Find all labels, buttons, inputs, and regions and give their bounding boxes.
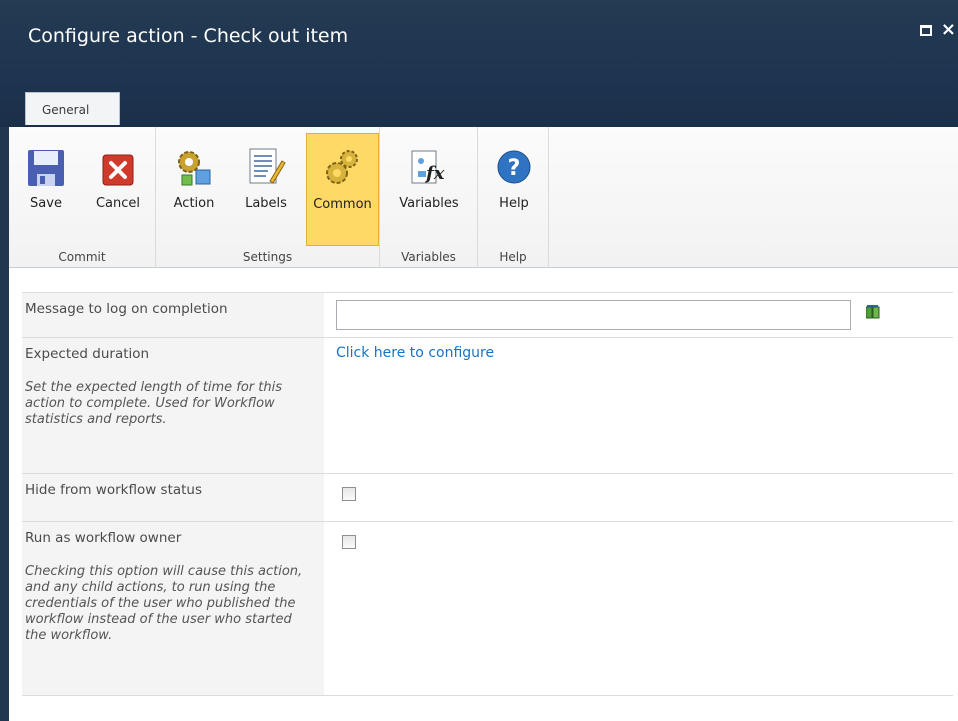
ribbon-group-settings: Action Labels Common Settings xyxy=(156,127,380,268)
configure-duration-link[interactable]: Click here to configure xyxy=(336,345,494,361)
help-icon: ? xyxy=(497,150,531,184)
run-as-owner-label: Run as workflow owner xyxy=(25,530,182,546)
labels-icon xyxy=(249,148,286,184)
window-controls: × xyxy=(919,21,956,39)
label-cell-message: Message to log on completion xyxy=(22,293,324,337)
row-duration: Expected duration Set the expected lengt… xyxy=(22,337,953,473)
row-run-as-owner: Run as workflow owner Checking this opti… xyxy=(22,521,953,695)
run-as-owner-description: Checking this option will cause this act… xyxy=(25,564,303,643)
labels-label: Labels xyxy=(245,196,287,211)
tab-general[interactable]: General xyxy=(25,92,120,125)
duration-label: Expected duration xyxy=(25,346,150,362)
save-button[interactable]: Save xyxy=(13,133,79,238)
group-label-commit: Commit xyxy=(58,250,106,264)
cancel-label: Cancel xyxy=(95,196,141,211)
value-cell-hide xyxy=(326,474,953,521)
ribbon-group-variables: fx Variables Variables xyxy=(380,127,478,268)
action-button[interactable]: Action xyxy=(160,133,228,238)
ribbon-group-commit: Save Cancel Commit xyxy=(9,127,156,268)
hide-checkbox[interactable] xyxy=(342,487,356,501)
value-cell-run-as-owner xyxy=(326,522,953,695)
message-input[interactable] xyxy=(336,300,851,330)
common-button[interactable]: Common xyxy=(306,133,379,246)
ribbon: Save Cancel Commit Action Labels Common … xyxy=(9,127,958,268)
svg-text:fx: fx xyxy=(424,163,445,184)
dialog-title: Configure action - Check out item xyxy=(28,25,349,47)
group-label-variables: Variables xyxy=(401,250,456,264)
close-icon[interactable]: × xyxy=(941,21,956,39)
row-hide: Hide from workflow status xyxy=(22,473,953,521)
form-bottom-divider xyxy=(22,695,953,696)
help-label: Help xyxy=(499,196,529,211)
common-gears-icon xyxy=(325,150,358,184)
action-label: Action xyxy=(173,196,215,211)
action-gear-icon xyxy=(178,151,211,186)
dialog-titlebar: Configure action - Check out item × Gene… xyxy=(0,0,958,127)
variables-fx-icon: fx xyxy=(411,150,445,184)
value-cell-message xyxy=(326,293,953,337)
insert-reference-icon[interactable] xyxy=(866,305,880,319)
save-label: Save xyxy=(30,196,62,211)
variables-button[interactable]: fx Variables xyxy=(388,133,470,238)
svg-text:?: ? xyxy=(508,156,521,181)
label-cell-run-as-owner: Run as workflow owner Checking this opti… xyxy=(22,522,324,695)
variables-label: Variables xyxy=(399,196,459,211)
hide-label: Hide from workflow status xyxy=(25,482,203,498)
labels-button[interactable]: Labels xyxy=(232,133,300,238)
value-cell-duration: Click here to configure xyxy=(326,338,953,473)
help-button[interactable]: ? Help xyxy=(484,133,544,238)
cancel-icon xyxy=(102,154,134,186)
group-label-help: Help xyxy=(499,250,527,264)
message-label: Message to log on completion xyxy=(25,301,228,317)
ribbon-group-help: ? Help Help xyxy=(478,127,549,268)
cancel-button[interactable]: Cancel xyxy=(85,133,151,238)
label-cell-duration: Expected duration Set the expected lengt… xyxy=(22,338,324,473)
common-label: Common xyxy=(313,197,372,212)
duration-description: Set the expected length of time for this… xyxy=(25,380,282,427)
maximize-icon[interactable] xyxy=(919,25,932,36)
group-label-settings: Settings xyxy=(242,250,293,264)
label-cell-hide: Hide from workflow status xyxy=(22,474,324,521)
save-icon xyxy=(28,150,64,186)
row-message: Message to log on completion xyxy=(22,292,953,337)
run-as-owner-checkbox[interactable] xyxy=(342,535,356,549)
